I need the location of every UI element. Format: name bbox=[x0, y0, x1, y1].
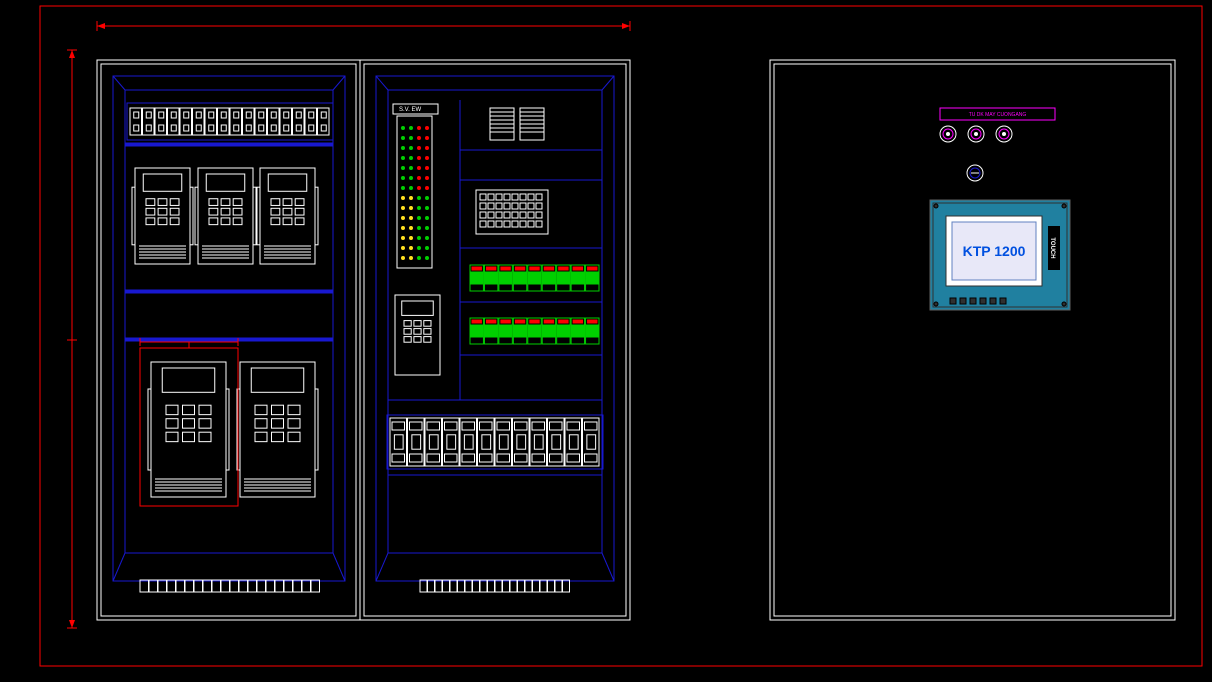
hmi-touch-label: TOUCH bbox=[1049, 237, 1055, 258]
svg-text:TU DK MAY CUONGANG: TU DK MAY CUONGANG bbox=[969, 112, 1027, 118]
svg-text:S.V. EW: S.V. EW bbox=[399, 107, 421, 113]
hmi-model-label: KTP 1200 bbox=[963, 243, 1026, 259]
cad-drawing-canvas: S.V. EW TU DK MAY CUONGANG KTP 1200 TOUCH bbox=[0, 0, 1212, 682]
